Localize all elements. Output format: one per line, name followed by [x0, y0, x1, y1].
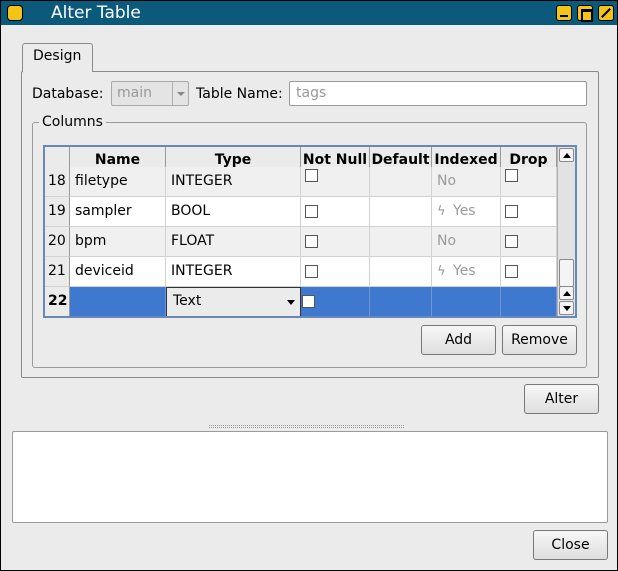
tab-design[interactable]: Design: [22, 43, 93, 72]
drop-cell[interactable]: [501, 257, 557, 287]
window-menu-icon[interactable]: [7, 5, 23, 21]
minimize-icon[interactable]: [556, 5, 572, 21]
output-text-area[interactable]: [12, 431, 608, 523]
drop-cell[interactable]: [501, 167, 557, 197]
drop-cell[interactable]: [501, 287, 557, 316]
scroll-up-icon[interactable]: [559, 148, 574, 162]
remove-button[interactable]: Remove: [502, 325, 577, 355]
drop-checkbox[interactable]: [505, 265, 518, 278]
alter-table-window: Alter Table Design Database: main Table …: [0, 0, 618, 571]
row-number: 21: [45, 257, 70, 287]
type-select[interactable]: Text: [166, 287, 301, 316]
database-label: Database:: [32, 86, 104, 102]
row-number: 20: [45, 227, 70, 257]
drop-checkbox[interactable]: [505, 205, 518, 218]
type-cell[interactable]: INTEGER: [166, 257, 301, 287]
table-row[interactable]: 18 filetype INTEGER No: [45, 167, 557, 197]
title-bar[interactable]: Alter Table: [1, 1, 617, 25]
not-null-cell[interactable]: [301, 257, 370, 287]
indexed-cell[interactable]: ϟ Yes: [432, 197, 501, 227]
chevron-down-icon: [172, 82, 188, 105]
scrollbar-thumb[interactable]: [559, 259, 574, 287]
name-cell[interactable]: sampler: [70, 197, 166, 227]
columns-group-title: Columns: [39, 113, 106, 131]
splitter-handle[interactable]: [209, 425, 404, 428]
maximize-icon[interactable]: [577, 5, 593, 22]
alter-button[interactable]: Alter: [524, 384, 599, 414]
name-cell[interactable]: bpm: [70, 227, 166, 257]
drop-cell[interactable]: [501, 197, 557, 227]
not-null-checkbox[interactable]: [305, 169, 318, 182]
row-number: 19: [45, 197, 70, 227]
indexed-cell[interactable]: No: [432, 227, 501, 257]
close-window-icon[interactable]: [598, 5, 614, 21]
drop-checkbox[interactable]: [505, 169, 518, 182]
lightning-icon: ϟ: [437, 264, 446, 279]
not-null-checkbox[interactable]: [305, 205, 318, 218]
close-button[interactable]: Close: [533, 530, 608, 560]
name-cell[interactable]: filetype: [70, 167, 166, 197]
type-cell[interactable]: INTEGER: [166, 167, 301, 197]
not-null-checkbox[interactable]: [302, 295, 315, 308]
window-title: Alter Table: [51, 3, 141, 23]
chevron-down-icon: [285, 295, 298, 309]
vertical-scrollbar[interactable]: [557, 147, 575, 316]
drop-cell[interactable]: [501, 227, 557, 257]
default-cell[interactable]: [370, 167, 432, 197]
indexed-cell[interactable]: [432, 287, 501, 316]
default-cell[interactable]: [370, 257, 432, 287]
lightning-icon: ϟ: [437, 204, 446, 219]
table-row[interactable]: 21 deviceid INTEGER ϟ Yes: [45, 257, 557, 287]
default-cell[interactable]: [370, 287, 432, 316]
drop-checkbox[interactable]: [505, 235, 518, 248]
scroll-up-icon[interactable]: [559, 286, 574, 300]
table-row-selected[interactable]: 22 Text: [45, 287, 557, 316]
table-name-label: Table Name:: [196, 86, 283, 102]
table-row[interactable]: 19 sampler BOOL ϟ Yes: [45, 197, 557, 227]
default-cell[interactable]: [370, 197, 432, 227]
not-null-cell[interactable]: [301, 227, 370, 257]
not-null-checkbox[interactable]: [305, 235, 318, 248]
name-cell[interactable]: deviceid: [70, 257, 166, 287]
name-cell[interactable]: [70, 287, 166, 316]
table-row[interactable]: 20 bpm FLOAT No: [45, 227, 557, 257]
default-cell[interactable]: [370, 227, 432, 257]
type-cell[interactable]: BOOL: [166, 197, 301, 227]
row-number: 22: [45, 287, 70, 316]
row-number: 18: [45, 167, 70, 197]
type-cell[interactable]: FLOAT: [166, 227, 301, 257]
table-name-input[interactable]: tags: [289, 81, 587, 106]
indexed-cell[interactable]: ϟ Yes: [432, 257, 501, 287]
not-null-cell[interactable]: [301, 197, 370, 227]
not-null-cell[interactable]: [301, 167, 370, 197]
columns-table[interactable]: Name Type Not Null Default Indexed Drop …: [43, 145, 577, 318]
indexed-cell[interactable]: No: [432, 167, 501, 197]
database-select[interactable]: main: [111, 81, 189, 106]
not-null-checkbox[interactable]: [305, 265, 318, 278]
not-null-cell[interactable]: [301, 287, 370, 316]
scroll-down-icon[interactable]: [559, 301, 574, 315]
add-button[interactable]: Add: [421, 325, 496, 355]
